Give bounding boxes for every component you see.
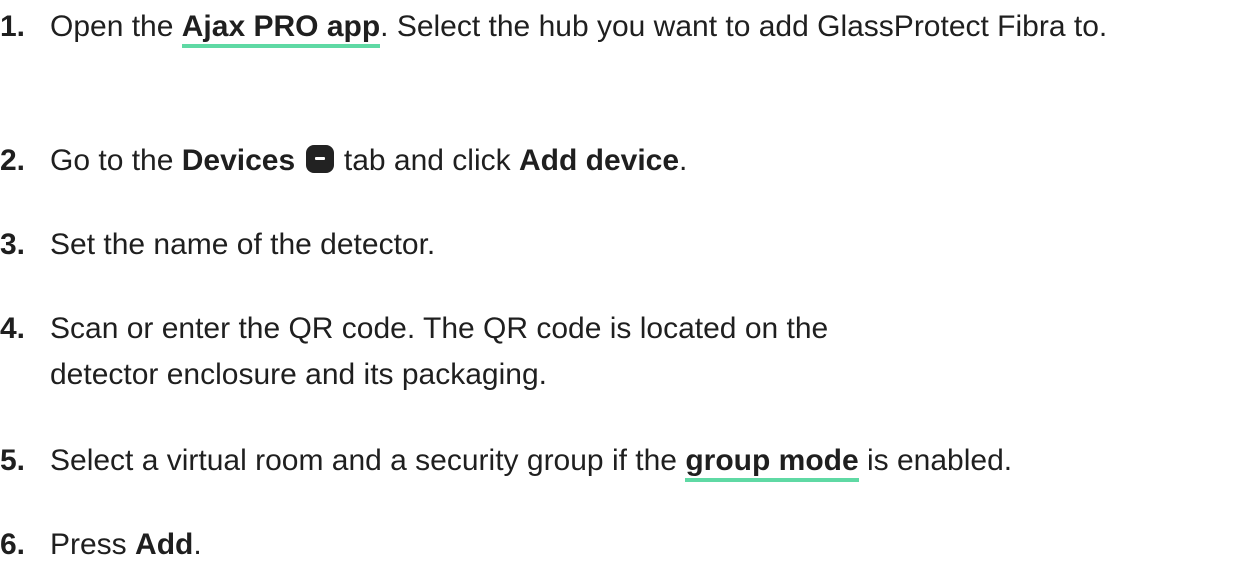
devices-tab-icon: [305, 145, 334, 173]
step-text: Scan or enter the QR code. The QR code i…: [50, 312, 829, 391]
step-3: 3. Set the name of the detector.: [0, 222, 1243, 268]
step-6: 6. Press Add.: [0, 522, 1243, 568]
group-mode-link[interactable]: group mode: [685, 444, 859, 482]
step-text: Press: [50, 528, 136, 561]
step-2: 2. Go to the Devices tab and click Add de…: [0, 138, 1243, 184]
ajax-pro-app-link[interactable]: Ajax PRO app: [181, 10, 381, 48]
step-text: tab and click: [335, 144, 519, 177]
step-text: . Select the hub you want to add GlassPr…: [380, 10, 1108, 43]
step-text: .: [679, 144, 688, 177]
step-number: 4.: [0, 312, 26, 345]
step-text: is enabled.: [858, 444, 1013, 477]
step-1: 1. Open the Ajax PRO app. Select the hub …: [0, 4, 1240, 50]
step-4: 4. Scan or enter the QR code. The QR code…: [0, 306, 940, 398]
step-text: Go to the: [50, 144, 182, 177]
step-5: 5. Select a virtual room and a security g…: [0, 438, 1243, 484]
step-number: 1.: [0, 10, 26, 43]
step-text: Select a virtual room and a security gro…: [50, 444, 686, 477]
step-number: 6.: [0, 528, 26, 561]
add-label: Add: [135, 528, 194, 561]
devices-label: Devices: [181, 144, 296, 177]
step-number: 5.: [0, 444, 26, 477]
step-text: Set the name of the detector.: [50, 228, 436, 261]
step-text: .: [193, 528, 202, 561]
add-device-label: Add device: [518, 144, 680, 177]
step-number: 3.: [0, 228, 26, 261]
step-number: 2.: [0, 144, 26, 177]
step-text: Open the: [50, 10, 182, 43]
